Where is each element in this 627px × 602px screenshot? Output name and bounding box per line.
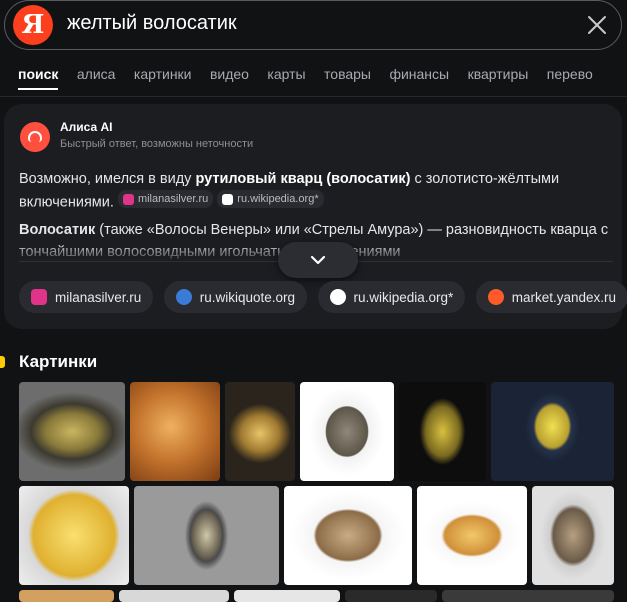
image-thumb[interactable]: [284, 486, 412, 585]
wikiquote-icon: [175, 289, 192, 305]
tab-search[interactable]: поиск: [18, 66, 59, 90]
source-chip-wikipedia[interactable]: ru.wikipedia.org*: [217, 190, 324, 208]
source-wikipedia[interactable]: ru.wikipedia.org*: [317, 281, 466, 313]
source-milanasilver[interactable]: milanasilver.ru: [19, 281, 154, 313]
image-thumb[interactable]: [491, 382, 614, 481]
answer-pre: Возможно, имелся в виду: [19, 171, 196, 187]
answer-bold: рутиловый кварц (волосатик): [195, 171, 411, 187]
wikipedia-icon: [329, 289, 346, 305]
image-thumb[interactable]: [442, 590, 614, 602]
chip-label: milanasilver.ru: [137, 193, 209, 205]
para2-bold: Волосатик: [19, 222, 96, 238]
image-thumb[interactable]: [130, 382, 220, 481]
section-accent: [0, 356, 5, 368]
image-thumb[interactable]: [417, 486, 527, 585]
source-wikiquote[interactable]: ru.wikiquote.org: [163, 281, 308, 313]
images-section-title[interactable]: Картинки: [19, 352, 97, 372]
image-thumb[interactable]: [532, 486, 614, 585]
tabs-divider: [0, 96, 627, 97]
tab-translate[interactable]: перево: [547, 66, 593, 88]
search-bar[interactable]: Я желтый волосатик: [4, 0, 622, 50]
alice-answer-card: Алиса AI Быстрый ответ, возможны неточно…: [4, 104, 627, 329]
milanasilver-icon: [122, 193, 134, 205]
tab-maps[interactable]: карты: [267, 66, 305, 88]
answer-text: Возможно, имелся в виду рутиловый кварц …: [19, 168, 614, 214]
chip-label: ru.wikipedia.org*: [237, 193, 319, 205]
source-label: milanasilver.ru: [55, 289, 142, 305]
alice-subtitle: Быстрый ответ, возможны неточности: [60, 138, 254, 150]
source-chip-milanasilver[interactable]: milanasilver.ru: [117, 190, 214, 208]
image-thumb[interactable]: [225, 382, 295, 481]
alice-name: Алиса AI: [60, 120, 113, 134]
tab-apartments[interactable]: квартиры: [468, 66, 529, 88]
yandex-logo[interactable]: Я: [13, 5, 53, 45]
tab-products[interactable]: товары: [324, 66, 371, 88]
image-thumb[interactable]: [300, 382, 394, 481]
tab-finance[interactable]: финансы: [389, 66, 449, 88]
tab-video[interactable]: видео: [210, 66, 249, 88]
image-thumb[interactable]: [19, 486, 129, 585]
image-thumb[interactable]: [234, 590, 340, 602]
search-input[interactable]: желтый волосатик: [67, 12, 237, 35]
tab-images[interactable]: картинки: [134, 66, 192, 88]
image-thumb[interactable]: [19, 382, 125, 481]
expand-button[interactable]: [278, 242, 358, 278]
image-thumb[interactable]: [399, 382, 486, 481]
source-label: ru.wikiquote.org: [199, 289, 296, 305]
chevron-down-icon: [310, 255, 326, 265]
milanasilver-icon: [31, 289, 47, 305]
alice-icon: [20, 122, 50, 152]
source-label: market.yandex.ru: [511, 289, 617, 305]
wikipedia-icon: [222, 193, 234, 205]
image-thumb[interactable]: [134, 486, 279, 585]
tab-alice[interactable]: алиса: [77, 66, 116, 88]
clear-button[interactable]: [583, 11, 611, 39]
market-icon: [487, 289, 504, 305]
image-thumb[interactable]: [19, 590, 114, 602]
source-label: ru.wikipedia.org*: [353, 289, 454, 305]
close-icon: [588, 16, 606, 34]
image-thumb[interactable]: [345, 590, 437, 602]
search-tabs: поиск алиса картинки видео карты товары …: [18, 66, 607, 96]
source-market[interactable]: market.yandex.ru: [475, 281, 627, 313]
image-thumb[interactable]: [119, 590, 229, 602]
sources-row: milanasilver.ru ru.wikiquote.org ru.wiki…: [19, 281, 627, 313]
